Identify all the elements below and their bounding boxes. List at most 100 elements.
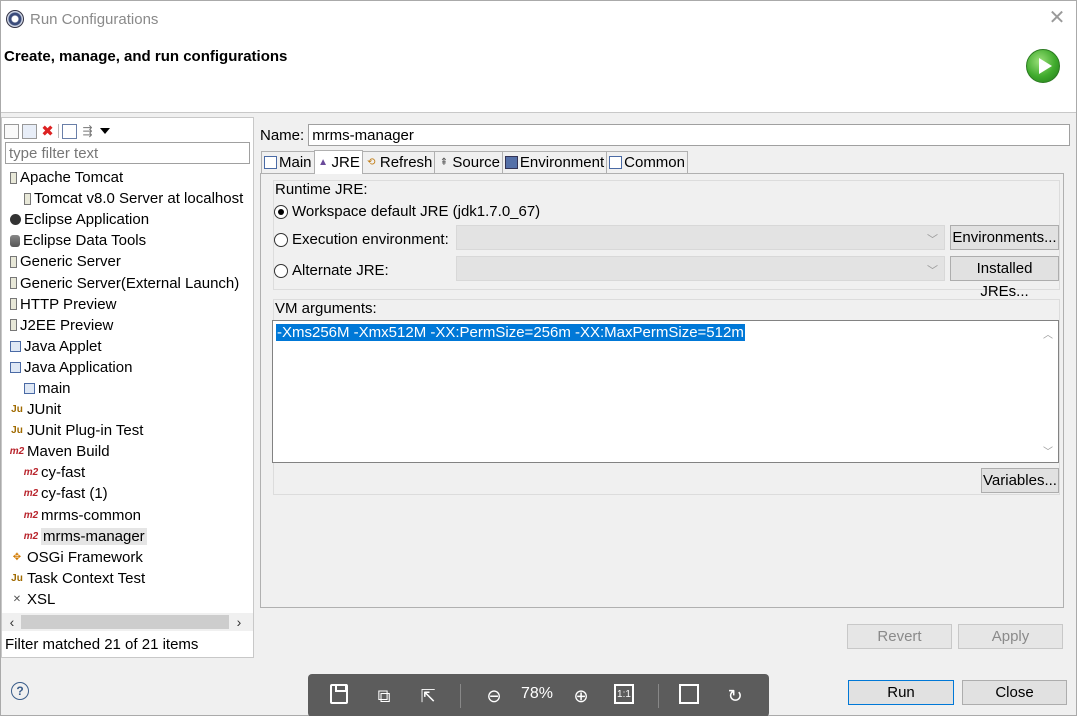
installed-jres-button[interactable]: Installed JREs... xyxy=(950,256,1059,300)
execution-env-radio[interactable] xyxy=(274,232,288,247)
dialog-banner: Create, manage, and run configurations xyxy=(1,37,1076,113)
tab-label: Main xyxy=(279,154,312,171)
rotate-icon[interactable]: ↻ xyxy=(723,684,747,708)
tree-item-label: XSL xyxy=(27,590,56,608)
vm-arguments-value: -Xms256M -Xmx512M -XX:PermSize=256m -XX:… xyxy=(276,324,745,341)
execution-env-select[interactable]: ﹀ xyxy=(456,225,945,250)
workspace-jre-radio[interactable] xyxy=(274,204,288,219)
tree-horizontal-scrollbar[interactable]: ‹ › xyxy=(2,613,253,631)
tab-common[interactable]: Common xyxy=(606,151,688,173)
apply-button[interactable]: Apply xyxy=(958,624,1063,649)
chevron-down-icon[interactable]: ﹀ xyxy=(1043,443,1053,458)
tree-item-label: Java Application xyxy=(24,358,133,376)
tab-environment[interactable]: Environment xyxy=(501,151,608,173)
tree-item[interactable]: ✥ OSGi Framework xyxy=(2,547,253,568)
osgi-icon: ✥ xyxy=(12,551,22,563)
fit-to-window-icon[interactable] xyxy=(679,684,699,704)
view-menu-chevron-down-icon[interactable] xyxy=(100,128,110,134)
tree-item[interactable]: Ju JUnit xyxy=(2,399,253,420)
revert-button[interactable]: Revert xyxy=(847,624,952,649)
scroll-left-icon[interactable]: ‹ xyxy=(4,613,20,631)
applet-icon xyxy=(10,340,21,352)
server-icon xyxy=(10,298,17,311)
tree-item[interactable]: ✕ XSL xyxy=(2,589,253,610)
environments-button[interactable]: Environments... xyxy=(950,225,1059,250)
delete-configuration-icon[interactable]: ✖ xyxy=(40,124,55,139)
alternate-jre-radio[interactable] xyxy=(274,263,288,278)
tree-item-label: mrms-common xyxy=(41,506,141,524)
tree-item[interactable]: Java Application xyxy=(2,357,253,378)
tab-jre[interactable]: ▲ JRE xyxy=(313,150,363,174)
tree-item-label: Generic Server(External Launch) xyxy=(20,274,240,292)
new-configuration-icon[interactable] xyxy=(4,123,19,139)
tab-label: Common xyxy=(624,154,685,171)
task-icon: Ju xyxy=(11,572,23,584)
alternate-jre-label: Alternate JRE: xyxy=(292,262,389,279)
maven-icon: m2 xyxy=(23,530,39,542)
duplicate-configuration-icon[interactable] xyxy=(22,123,37,139)
tree-item-label: JUnit xyxy=(27,401,62,419)
tree-item[interactable]: Tomcat v8.0 Server at localhost xyxy=(2,188,253,209)
tree-item[interactable]: Eclipse Application xyxy=(2,209,253,230)
main-tab-icon xyxy=(264,156,277,169)
workspace-jre-option[interactable]: Workspace default JRE (jdk1.7.0_67) xyxy=(274,203,540,220)
run-button[interactable]: Run xyxy=(848,680,954,705)
database-icon xyxy=(10,234,20,247)
tab-label: Source xyxy=(452,154,500,171)
tree-item[interactable]: Ju Task Context Test xyxy=(2,568,253,589)
tab-refresh[interactable]: ⟲ Refresh xyxy=(361,151,436,173)
tree-item[interactable]: m2 mrms-manager xyxy=(2,526,253,547)
open-external-icon[interactable]: ⧉ xyxy=(372,684,396,708)
junit-plugin-icon: Ju xyxy=(11,425,23,437)
tree-item[interactable]: Apache Tomcat xyxy=(2,167,253,188)
maven-icon: m2 xyxy=(23,509,39,521)
tree-item[interactable]: Eclipse Data Tools xyxy=(2,230,253,251)
vm-arguments-textarea[interactable]: -Xms256M -Xmx512M -XX:PermSize=256m -XX:… xyxy=(272,320,1059,463)
tab-main[interactable]: Main xyxy=(261,151,315,173)
configuration-editor-pane: Name: Main▲JRE⟲Refresh⇞Source Environment… xyxy=(258,117,1074,658)
share-icon[interactable]: ⇱ xyxy=(416,684,440,708)
tree-item[interactable]: main xyxy=(2,378,253,399)
banner-heading: Create, manage, and run configurations xyxy=(4,48,288,65)
tree-item[interactable]: m2 mrms-common xyxy=(2,505,253,526)
tab-source[interactable]: ⇞ Source xyxy=(434,151,503,173)
runtime-jre-group: Runtime JRE: Workspace default JRE (jdk1… xyxy=(273,180,1060,300)
save-icon[interactable] xyxy=(330,684,348,704)
filter-input[interactable] xyxy=(5,142,250,164)
tree-item[interactable]: Ju JUnit Plug-in Test xyxy=(2,420,253,441)
tree-item[interactable]: J2EE Preview xyxy=(2,315,253,336)
close-button[interactable]: Close xyxy=(962,680,1067,705)
name-field[interactable] xyxy=(308,124,1071,146)
zoom-level: 78% xyxy=(521,685,554,702)
tree-item[interactable]: Generic Server xyxy=(2,251,253,272)
alternate-jre-select[interactable]: ﹀ xyxy=(456,256,945,281)
execution-env-option[interactable]: Execution environment: xyxy=(274,231,449,248)
tree-item[interactable]: m2 cy-fast (1) xyxy=(2,483,253,504)
execution-env-label: Execution environment: xyxy=(292,231,449,248)
tree-item[interactable]: m2 Maven Build xyxy=(2,441,253,462)
tree-item[interactable]: Generic Server(External Launch) xyxy=(2,272,253,293)
actual-size-icon[interactable]: 1:1 xyxy=(614,684,634,704)
server-icon xyxy=(10,319,17,332)
tab-label: Environment xyxy=(519,154,605,171)
tree-item[interactable]: Java Applet xyxy=(2,336,253,357)
zoom-out-icon[interactable]: ⊖ xyxy=(482,684,506,708)
zoom-in-icon[interactable]: ⊕ xyxy=(569,684,593,708)
scroll-right-icon[interactable]: › xyxy=(231,613,247,631)
filter-icon[interactable]: ⇶ xyxy=(80,124,95,139)
collapse-all-icon[interactable] xyxy=(62,123,77,139)
alternate-jre-option[interactable]: Alternate JRE: xyxy=(274,262,389,279)
title-bar: Run Configurations ✕ xyxy=(1,1,1076,37)
name-row: Name: xyxy=(260,124,1071,146)
scrollbar-thumb[interactable] xyxy=(21,615,229,629)
variables-button[interactable]: Variables... xyxy=(981,468,1059,493)
chevron-up-icon[interactable]: ︿ xyxy=(1043,326,1053,341)
vm-arguments-scrollbar[interactable]: ︿ ﹀ xyxy=(1041,321,1058,462)
tree-item[interactable]: m2 cy-fast xyxy=(2,462,253,483)
workspace-jre-label: Workspace default JRE (jdk1.7.0_67) xyxy=(292,203,541,220)
close-icon[interactable]: ✕ xyxy=(1046,7,1068,29)
help-icon[interactable]: ? xyxy=(11,682,29,700)
source-tab-icon: ⇞ xyxy=(439,157,449,168)
tree-item[interactable]: HTTP Preview xyxy=(2,294,253,315)
tree-item-label: mrms-manager xyxy=(41,527,147,545)
